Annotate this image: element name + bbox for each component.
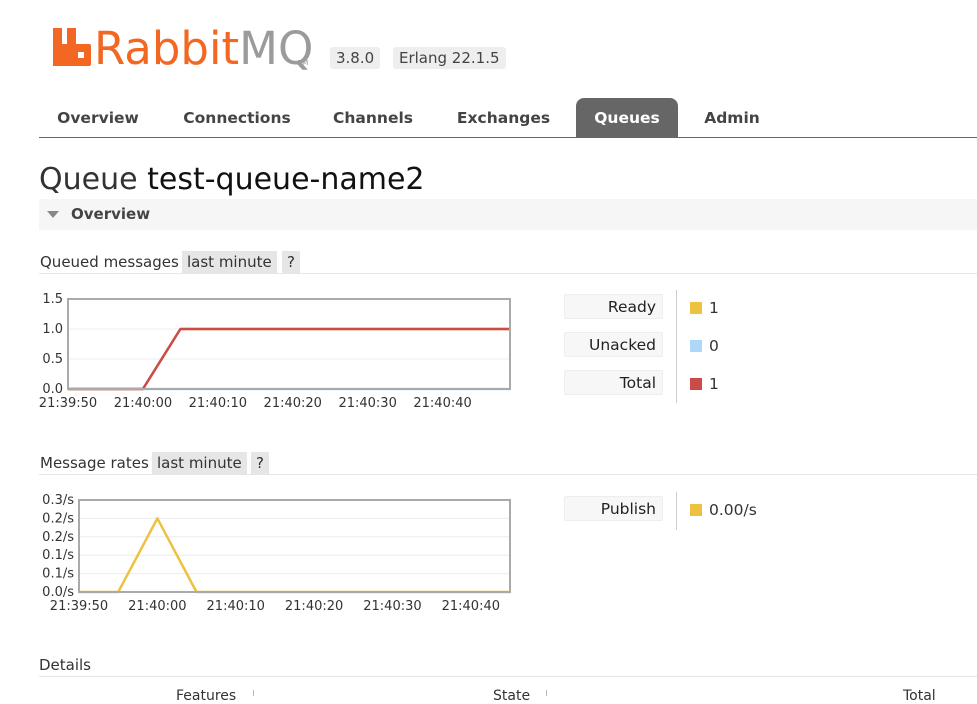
rates-range-selector[interactable]: last minute bbox=[152, 452, 247, 474]
queued-messages-chart: 0.0 0.5 1.0 1.5 21:39:50 21:40:00 21:40:10 21:4… bbox=[39, 292, 511, 411]
y-tick-label: 1.0 bbox=[42, 322, 63, 337]
message-rates-header: Message rates last minute ? bbox=[39, 452, 977, 475]
collapse-arrow-icon bbox=[47, 211, 59, 218]
logo-trademark: TM bbox=[297, 59, 308, 67]
details-col-state: State bbox=[493, 688, 531, 704]
page-title-prefix: Queue bbox=[39, 162, 138, 197]
chart-frame bbox=[67, 298, 511, 390]
message-rates-chart: 0.0/s 0.1/s 0.1/s 0.2/s 0.2/s 0.3/s 21:39:50 21… bbox=[42, 493, 511, 614]
stat-total-value: 1 bbox=[690, 374, 719, 394]
queued-messages-label: Queued messages bbox=[40, 253, 179, 271]
tab-admin[interactable]: Admin bbox=[692, 98, 772, 137]
x-tick-label: 21:40:10 bbox=[189, 396, 247, 411]
version-badge: 3.8.0 bbox=[330, 47, 381, 69]
tab-channels[interactable]: Channels bbox=[319, 98, 427, 137]
details-col-features: Features bbox=[176, 688, 237, 704]
overview-section-toggle[interactable]: Overview bbox=[39, 199, 977, 230]
y-tick-label: 0.1/s bbox=[42, 567, 74, 582]
tab-queues[interactable]: Queues bbox=[576, 98, 678, 137]
tab-overview[interactable]: Overview bbox=[39, 98, 157, 137]
logo-word-rabbit: RabbitMQ bbox=[94, 24, 313, 72]
x-tick-label: 21:40:40 bbox=[413, 396, 471, 411]
x-tick-label: 21:40:40 bbox=[442, 599, 500, 614]
erlang-version-badge: Erlang 22.1.5 bbox=[393, 47, 506, 69]
details-col-divider bbox=[546, 690, 547, 696]
y-tick-label: 0.5 bbox=[42, 352, 63, 367]
y-tick-label: 1.5 bbox=[42, 292, 63, 307]
stat-divider bbox=[676, 290, 677, 403]
x-tick-label: 21:40:20 bbox=[285, 599, 343, 614]
unacked-color-swatch bbox=[690, 340, 702, 352]
page-title: Queue test-queue-name2 bbox=[39, 162, 425, 197]
stat-publish-value: 0.00/s bbox=[690, 500, 757, 520]
details-col-divider bbox=[253, 690, 254, 696]
details-label: Details bbox=[39, 656, 92, 674]
details-section-header: Details bbox=[39, 656, 977, 677]
stat-unacked-label: Unacked bbox=[564, 332, 663, 357]
stat-ready-value: 1 bbox=[690, 298, 719, 318]
y-tick-label: 0.0/s bbox=[42, 585, 74, 600]
y-tick-label: 0.3/s bbox=[42, 493, 74, 508]
publish-color-swatch bbox=[690, 504, 702, 516]
x-tick-label: 21:40:00 bbox=[114, 396, 172, 411]
x-tick-label: 21:40:30 bbox=[363, 599, 421, 614]
rates-stat-divider bbox=[676, 492, 677, 530]
y-tick-label: 0.2/s bbox=[42, 511, 74, 526]
x-tick-label: 21:40:00 bbox=[128, 599, 186, 614]
queued-messages-header: Queued messages last minute ? bbox=[39, 251, 977, 274]
x-tick-label: 21:40:20 bbox=[264, 396, 322, 411]
y-tick-label: 0.0 bbox=[42, 382, 63, 397]
stat-publish-label: Publish bbox=[564, 496, 663, 521]
rates-help-button[interactable]: ? bbox=[251, 452, 269, 474]
queued-help-button[interactable]: ? bbox=[282, 251, 300, 273]
y-tick-label: 0.2/s bbox=[42, 530, 74, 545]
main-nav: Overview Connections Channels Exchanges … bbox=[39, 98, 977, 138]
queue-name: test-queue-name2 bbox=[147, 162, 425, 197]
ready-color-swatch bbox=[690, 302, 702, 314]
x-tick-label: 21:40:30 bbox=[338, 396, 396, 411]
tab-exchanges[interactable]: Exchanges bbox=[441, 98, 566, 137]
overview-section-label: Overview bbox=[71, 205, 151, 223]
message-rates-label: Message rates bbox=[40, 454, 149, 472]
rabbit-logo-icon bbox=[53, 28, 91, 66]
x-tick-label: 21:40:10 bbox=[207, 599, 265, 614]
tab-connections[interactable]: Connections bbox=[167, 98, 307, 137]
stat-ready-label: Ready bbox=[564, 294, 663, 319]
y-tick-label: 0.1/s bbox=[42, 548, 74, 563]
queued-range-selector[interactable]: last minute bbox=[182, 251, 277, 273]
total-color-swatch bbox=[690, 378, 702, 390]
stat-unacked-value: 0 bbox=[690, 336, 719, 356]
rabbitmq-logo: RabbitMQ TM bbox=[53, 24, 313, 72]
stat-total-label: Total bbox=[564, 370, 663, 395]
x-tick-label: 21:39:50 bbox=[50, 599, 108, 614]
details-col-total: Total bbox=[903, 688, 936, 704]
x-tick-label: 21:39:50 bbox=[39, 396, 97, 411]
